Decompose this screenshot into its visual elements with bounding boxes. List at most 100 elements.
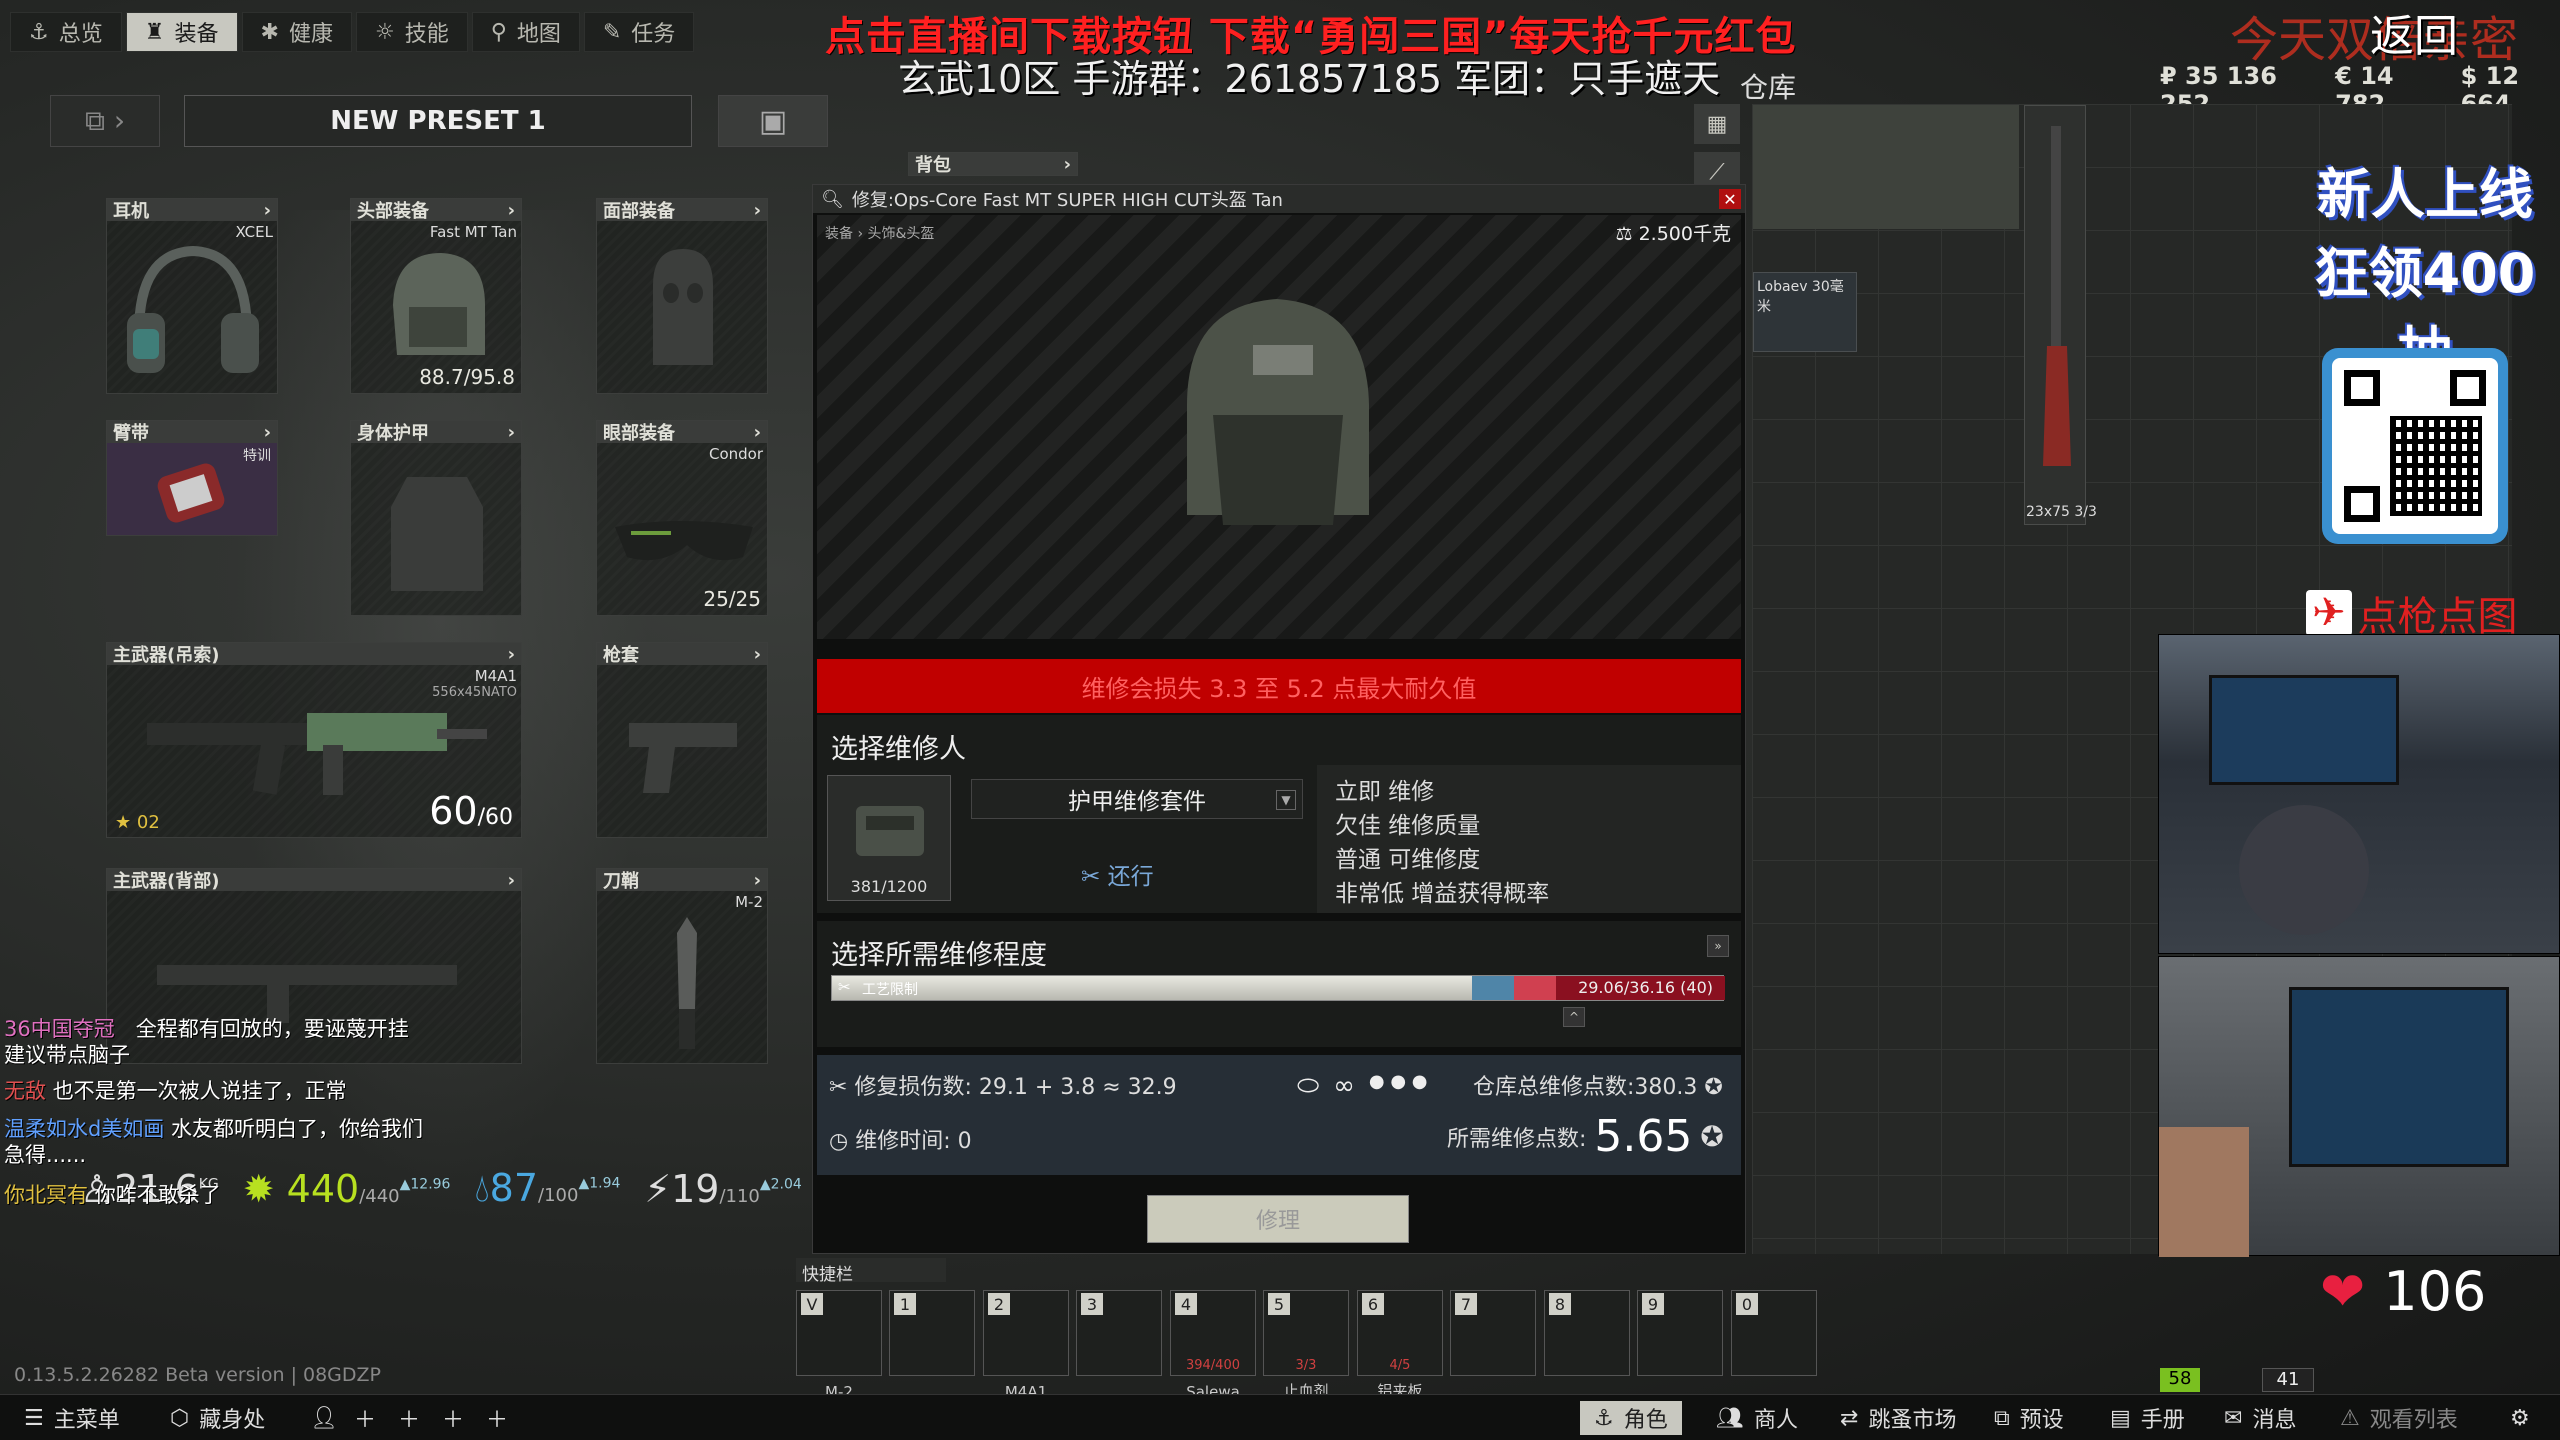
shotgun-icon	[2043, 126, 2071, 466]
slot-eyewear[interactable]: 眼部装备 › Condor 25/25	[596, 420, 768, 616]
chevron-right-icon: ›	[507, 643, 515, 665]
weight-icon: ⚖	[1615, 223, 1633, 245]
character-button[interactable]: ⚓ 角色	[1580, 1401, 1682, 1435]
level-badge: 58	[2160, 1368, 2200, 1392]
time-label: 维修时间:	[855, 1129, 951, 1154]
close-button[interactable]: ✕	[1719, 189, 1741, 209]
expand-icon[interactable]: »	[1707, 935, 1729, 957]
restore-button[interactable]: ✂ 还行	[1081, 857, 1154, 891]
tab-tasks[interactable]: ✎ 任务	[583, 12, 695, 52]
slot-body-armor[interactable]: 身体护甲 ›	[350, 420, 522, 616]
version-text: 0.13.5.2.26282 Beta version | 08GDZP	[14, 1364, 382, 1386]
preset-copy-button[interactable]: ⧉ ›	[50, 95, 160, 147]
heart-rate-icon: ❤	[2320, 1260, 2366, 1323]
save-preset-button[interactable]: ▣	[718, 95, 828, 147]
add-slot-button[interactable]: ＋	[340, 1401, 390, 1435]
close-icon: ✕	[1723, 189, 1737, 209]
back-button[interactable]: 返回	[2370, 0, 2458, 64]
game-screen: { "nav":{"tabs":[{"label":"总览","icon":"a…	[0, 0, 2560, 1440]
plus-icon: ＋	[354, 1408, 377, 1433]
stash-label: 仓库	[1740, 71, 1797, 104]
presets-button[interactable]: ⧉ 预设	[1980, 1401, 2078, 1435]
settings-button[interactable]: ⚙	[2496, 1401, 2544, 1435]
hotbar-slot[interactable]: 9	[1637, 1290, 1723, 1376]
repair-stats: 立即 维修 欠佳 维修质量 普通 可维修度 非常低 增益获得概率	[1317, 765, 1741, 913]
hotbar-slot[interactable]: 6 铝夹板 4/5	[1357, 1290, 1443, 1400]
repair-degree-slider[interactable]: ✂ 工艺限制 29.06/36.16 (40)	[831, 975, 1725, 1001]
slot-headwear[interactable]: 头部装备 › Fast MT Tan 88.7/95.8	[350, 198, 522, 394]
hotbar-slot[interactable]: 2 M4A1	[983, 1290, 1069, 1401]
tab-overview[interactable]: ⚓ 总览	[10, 12, 122, 52]
dialog-title: 修复:Ops-Core Fast MT SUPER HIGH CUT头盔 Tan	[851, 190, 1283, 211]
slot-label: 背包	[915, 155, 951, 176]
hotbar-label: 快捷栏	[796, 1258, 946, 1285]
handbook-button[interactable]: ▤ 手册	[2096, 1401, 2199, 1435]
slot-scabbard[interactable]: 刀鞘 › M-2	[596, 868, 768, 1064]
hideout-icon: ⬡	[170, 1405, 190, 1431]
hotbar-slot[interactable]: 3	[1076, 1290, 1162, 1376]
search-icon: 🔍︎	[821, 188, 844, 210]
stash-item-rig[interactable]	[1753, 105, 2019, 229]
item-name: 特训	[243, 448, 271, 464]
energy-icon: ✹	[242, 1166, 275, 1211]
traders-button[interactable]: 👥︎ 商人	[1702, 1401, 1812, 1435]
headset-icon	[127, 245, 259, 373]
repair-kit-slot[interactable]: 381/1200	[827, 775, 951, 901]
balaclava-icon	[653, 249, 713, 365]
plus-icon: ＋	[398, 1408, 421, 1433]
stash-item-shotgun[interactable]	[2024, 105, 2086, 525]
add-slot-button[interactable]: ＋	[472, 1401, 522, 1435]
exchange-icon: ⇄	[1840, 1405, 1859, 1431]
preset-name[interactable]: NEW PRESET 1	[184, 95, 692, 147]
messages-button[interactable]: ✉ 消息	[2210, 1401, 2310, 1435]
slot-armband[interactable]: 臂带 › 特训	[106, 420, 278, 536]
tab-map[interactable]: ⚲ 地图	[471, 12, 580, 52]
hotbar-slot[interactable]: 5 止血剂 3/3	[1263, 1290, 1349, 1400]
chevron-right-icon: ›	[507, 421, 515, 443]
stat-line: 立即 维修	[1335, 779, 1435, 805]
add-slot-button[interactable]: ＋	[384, 1401, 434, 1435]
slot-earpiece[interactable]: 耳机 › XCEL	[106, 198, 278, 394]
hotbar-slot[interactable]: 8	[1544, 1290, 1630, 1376]
bar-label: 工艺限制	[862, 982, 918, 998]
slot-facecover[interactable]: 面部装备 ›	[596, 198, 768, 394]
repairer-select[interactable]: 护甲维修套件 ▼	[971, 779, 1303, 819]
stat-line: 欠佳 维修质量	[1335, 813, 1481, 839]
flea-market-button[interactable]: ⇄ 跳蚤市场	[1826, 1401, 1970, 1435]
watchlist-button[interactable]: ⚠ 观看列表	[2326, 1401, 2472, 1435]
ammo-max: /60	[477, 805, 513, 830]
plus-icon: ＋	[442, 1408, 465, 1433]
infinity-icon[interactable]: ∞	[1333, 1071, 1355, 1102]
item-count: 3/3	[2074, 504, 2097, 520]
presets-icon: ⧉	[1994, 1405, 2010, 1431]
add-slot-button[interactable]: ＋	[428, 1401, 478, 1435]
link-icon[interactable]: ⬭	[1297, 1071, 1319, 1102]
chevron-right-icon: ›	[753, 643, 761, 665]
rank-icon: ★	[115, 812, 132, 833]
plus-icon: ＋	[486, 1408, 509, 1433]
grid-view-icon[interactable]: ▦	[1694, 104, 1740, 144]
hideout-button[interactable]: ⬡ 藏身处	[156, 1401, 279, 1435]
item-name: Condor	[708, 445, 763, 463]
slider-handle[interactable]: ^	[1563, 1007, 1585, 1027]
slot-label: 眼部装备	[603, 423, 675, 444]
hotbar-slot[interactable]: 4 Salewa 394/400	[1170, 1290, 1256, 1401]
slot-holster[interactable]: 枪套 ›	[596, 642, 768, 838]
tab-gear[interactable]: ♜ 装备	[125, 12, 238, 52]
chevron-right-icon: ›	[753, 869, 761, 891]
slot-backpack[interactable]: 背包 ›	[908, 152, 1078, 176]
stash-item-lobaev[interactable]: Lobaev 30毫米	[1753, 272, 1857, 352]
tab-health[interactable]: ✱ 健康	[241, 12, 352, 52]
hotbar-slot[interactable]: 0	[1731, 1290, 1817, 1376]
hotbar-slot[interactable]: 1	[889, 1290, 975, 1376]
hotbar-slot[interactable]: 7	[1450, 1290, 1536, 1376]
settings-icon: ⚙	[2510, 1405, 2530, 1431]
anchor-icon: ⚓	[29, 19, 49, 45]
tab-skills[interactable]: ☼ 技能	[355, 12, 468, 52]
slot-primary-sling[interactable]: 主武器(吊索) › M4A1 556x45NATO 60/60 ★ 02	[106, 642, 522, 838]
hotbar-slot[interactable]: V M-2	[796, 1290, 882, 1401]
tasks-icon: ✎	[602, 19, 622, 45]
main-menu-button[interactable]: ☰ 主菜单	[10, 1401, 134, 1435]
points-icon: ✪	[1704, 1075, 1723, 1100]
repair-button[interactable]: 修理	[1147, 1195, 1409, 1243]
